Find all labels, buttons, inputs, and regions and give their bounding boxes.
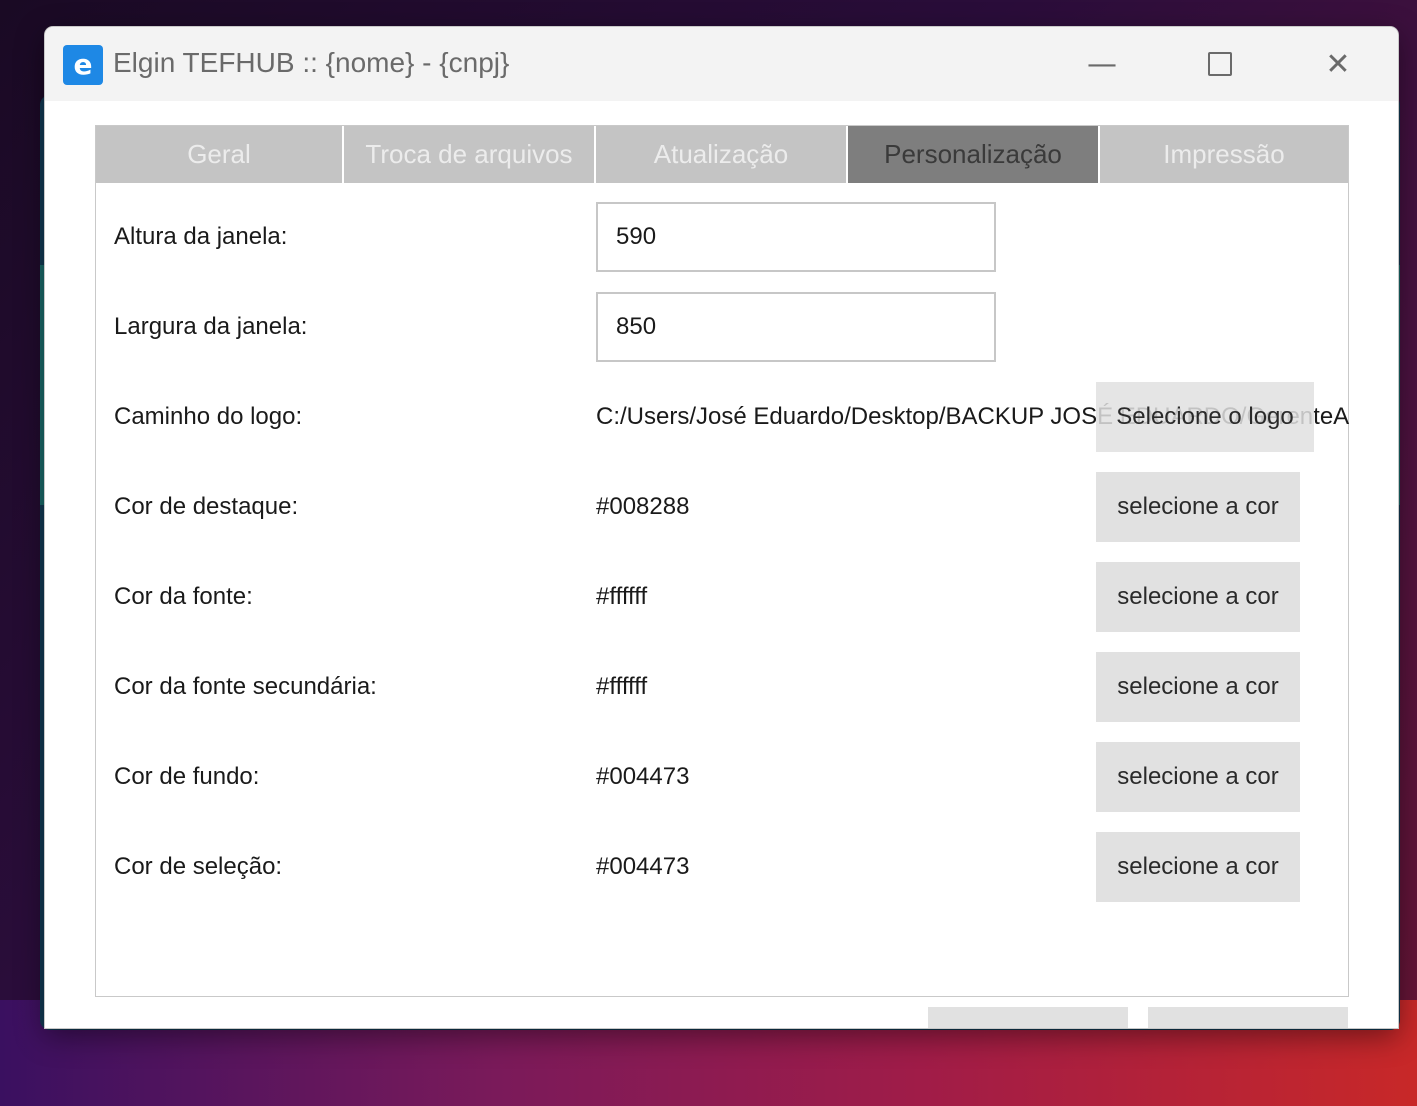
selection-color-label: Cor de seleção: [114, 853, 283, 880]
tab-bar: Geral Troca de arquivos Atualização Pers… [96, 126, 1348, 183]
tab-atualizacao[interactable]: Atualização [596, 126, 848, 183]
select-highlight-color-button[interactable]: selecione a cor [1096, 472, 1300, 542]
select-selection-color-button[interactable]: selecione a cor [1096, 832, 1300, 902]
tab-personalizacao[interactable]: Personalização [848, 126, 1100, 183]
window-width-label: Largura da janela: [114, 313, 308, 340]
highlight-color-label: Cor de destaque: [114, 493, 299, 520]
window-height-label: Altura da janela: [114, 223, 288, 250]
secondary-font-color-label: Cor da fonte secundária: [114, 673, 377, 700]
maximize-icon [1208, 52, 1232, 76]
minimize-button[interactable]: — [1043, 27, 1161, 101]
footer-button-2[interactable] [1148, 1007, 1348, 1028]
row-background-color: Cor de fundo: #004473 selecione a cor [96, 742, 1348, 812]
close-button[interactable]: ✕ [1279, 27, 1397, 101]
app-logo-icon: e [63, 45, 103, 85]
minimize-icon: — [1087, 46, 1117, 82]
window-title: Elgin TEFHUB :: {nome} - {cnpj} [113, 47, 510, 78]
row-logo-path: Caminho do logo: C:/Users/José Eduardo/D… [96, 382, 1349, 452]
background-color-label: Cor de fundo: [114, 763, 260, 790]
settings-window: e Elgin TEFHUB :: {nome} - {cnpj} — ✕ Ge… [45, 27, 1398, 1028]
footer-button-1[interactable] [928, 1007, 1128, 1028]
select-logo-button[interactable]: Selecione o logo [1096, 382, 1314, 452]
select-secondary-font-color-button[interactable]: selecione a cor [1096, 652, 1300, 722]
tab-panel: Geral Troca de arquivos Atualização Pers… [95, 125, 1349, 997]
tab-impressao[interactable]: Impressão [1100, 126, 1348, 183]
window-width-input[interactable]: 850 [596, 292, 996, 362]
tab-troca-de-arquivos[interactable]: Troca de arquivos [344, 126, 596, 183]
row-font-color: Cor da fonte: #ffffff selecione a cor [96, 562, 1348, 632]
row-highlight-color: Cor de destaque: #008288 selecione a cor [96, 472, 1348, 542]
row-selection-color: Cor de seleção: #004473 selecione a cor [96, 832, 1348, 902]
maximize-button[interactable] [1161, 27, 1279, 101]
window-height-input[interactable]: 590 [596, 202, 996, 272]
select-background-color-button[interactable]: selecione a cor [1096, 742, 1300, 812]
row-window-width: Largura da janela: 850 [96, 292, 1348, 362]
tab-geral[interactable]: Geral [96, 126, 344, 183]
close-icon: ✕ [1325, 46, 1351, 82]
select-font-color-button[interactable]: selecione a cor [1096, 562, 1300, 632]
title-bar[interactable]: e Elgin TEFHUB :: {nome} - {cnpj} — ✕ [45, 27, 1398, 101]
row-secondary-font-color: Cor da fonte secundária: #ffffff selecio… [96, 652, 1348, 722]
font-color-label: Cor da fonte: [114, 583, 253, 610]
row-window-height: Altura da janela: 590 [96, 202, 1348, 272]
logo-path-label: Caminho do logo: [114, 403, 303, 430]
